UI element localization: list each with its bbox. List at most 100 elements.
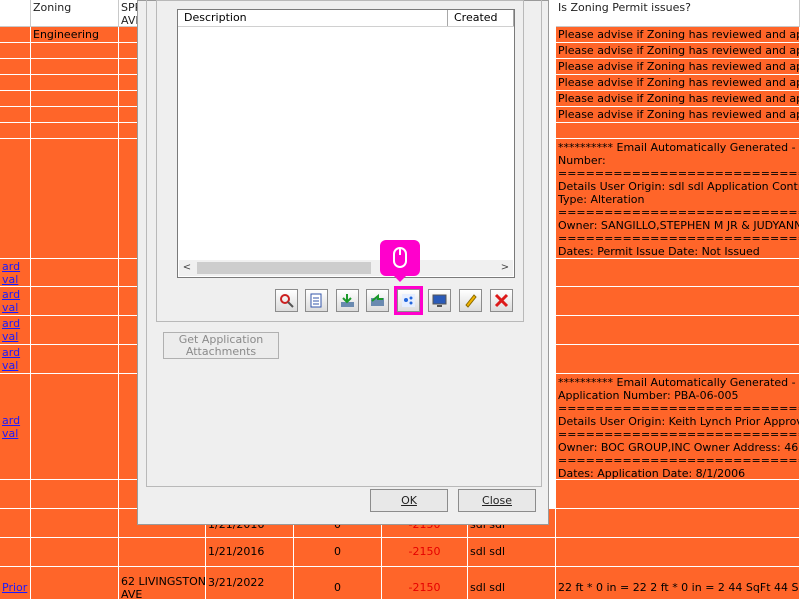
approval-link-fragment[interactable]: ard xyxy=(2,414,28,427)
view-document-icon xyxy=(310,293,322,308)
note-1-line: ********** Email Automatically Generated… xyxy=(558,141,800,154)
row-2-advise: Please advise if Zoning has reviewed and… xyxy=(556,43,800,59)
row-14-b xyxy=(31,480,119,509)
row-3-advise: Please advise if Zoning has reviewed and… xyxy=(556,59,800,75)
approval-link-fragment[interactable]: val xyxy=(2,359,28,372)
list-header: Description Created xyxy=(178,10,514,27)
row-17-amount: -2150 xyxy=(382,567,468,600)
edit-button[interactable] xyxy=(459,289,482,312)
note-1-line: Owner: SANGILLO,STEPHEN M JR & JUDYANN W… xyxy=(558,219,800,232)
row-8-c xyxy=(119,139,139,259)
row-11-c xyxy=(119,316,139,345)
zoom-icon xyxy=(280,294,294,308)
open-folder-icon xyxy=(371,293,384,306)
row-2-a xyxy=(0,43,31,59)
horizontal-scrollbar[interactable]: < > xyxy=(179,260,513,276)
row-4-a xyxy=(0,75,31,91)
row-10-link[interactable]: ard val xyxy=(0,287,31,316)
note-1-line: Details User Origin: sdl sdl Application… xyxy=(558,180,799,193)
row-16-d xyxy=(556,538,800,567)
row-14-c xyxy=(119,480,139,509)
dialog-outer-panel: Description Created < > Get Application … xyxy=(146,0,542,487)
attachments-panel: Description Created < > xyxy=(156,0,524,322)
row-17-address: 62 LIVINGSTON AVE xyxy=(119,567,206,600)
row-8-a xyxy=(0,139,31,259)
row-4-c xyxy=(119,75,139,91)
prior-link[interactable]: Prior xyxy=(2,581,27,594)
row-1-advise: Please advise if Zoning has reviewed and… xyxy=(556,27,800,43)
delete-button[interactable] xyxy=(490,289,513,312)
scroll-right-arrow[interactable]: > xyxy=(497,260,513,276)
scan-button[interactable] xyxy=(394,286,423,315)
row-7-a xyxy=(0,123,31,139)
row-16-date: 1/21/2016 xyxy=(206,538,294,567)
row-3-c xyxy=(119,59,139,75)
attachments-list[interactable]: Description Created < > xyxy=(177,9,515,278)
row-16-b xyxy=(31,538,119,567)
download-button[interactable] xyxy=(336,289,359,312)
get-application-attachments-button[interactable]: Get Application Attachments xyxy=(163,332,279,359)
row-16-a xyxy=(0,538,31,567)
row-9-b xyxy=(31,259,119,287)
row-13-link[interactable]: ard val xyxy=(0,374,31,480)
row-7-c xyxy=(119,123,139,139)
row-13-b xyxy=(31,374,119,480)
note-2-line: ========================================… xyxy=(558,402,799,415)
row-6-b xyxy=(31,107,119,123)
row-9-link[interactable]: ard val xyxy=(0,259,31,287)
row-13-c xyxy=(119,374,139,480)
row-12-b xyxy=(31,345,119,374)
row-11-d xyxy=(556,316,800,345)
row-1-c xyxy=(119,27,139,43)
row-17-link-cell[interactable]: Prior xyxy=(0,567,31,600)
scrollbar-thumb[interactable] xyxy=(197,262,371,274)
edit-pencil-icon xyxy=(465,294,477,308)
note-1-line: ========================================… xyxy=(558,206,799,219)
note-1-line: Dates: Permit Issue Date: Not Issued xyxy=(558,245,760,258)
note-1-line: ========================================… xyxy=(558,232,799,245)
note-2-line: ********** Email Automatically Generated… xyxy=(558,376,800,389)
column-header-created[interactable]: Created xyxy=(448,10,514,26)
row-12-link[interactable]: ard val xyxy=(0,345,31,374)
header-issues: Is Zoning Permit issues? xyxy=(556,0,800,27)
ok-button[interactable]: OK xyxy=(370,489,448,512)
monitor-button[interactable] xyxy=(428,289,451,312)
monitor-icon xyxy=(432,294,447,307)
row-15-a xyxy=(0,509,31,538)
zoom-button[interactable] xyxy=(275,289,298,312)
approval-link-fragment[interactable]: ard xyxy=(2,317,28,330)
row-10-b xyxy=(31,287,119,316)
email-note-2: ********** Email Automatically Generated… xyxy=(556,374,800,480)
approval-link-fragment[interactable]: val xyxy=(2,301,28,314)
row-3-b xyxy=(31,59,119,75)
row-11-b xyxy=(31,316,119,345)
approval-link-fragment[interactable]: val xyxy=(2,427,28,440)
row-11-link[interactable]: ard val xyxy=(0,316,31,345)
row-16-zero: 0 xyxy=(294,538,382,567)
approval-link-fragment[interactable]: ard xyxy=(2,346,28,359)
row-15-d xyxy=(556,509,800,538)
click-indicator-badge xyxy=(380,240,420,282)
scroll-left-arrow[interactable]: < xyxy=(179,260,195,276)
row-1-a xyxy=(0,27,31,43)
view-document-button[interactable] xyxy=(305,289,328,312)
row-2-b xyxy=(31,43,119,59)
open-folder-button[interactable] xyxy=(366,289,389,312)
row-17-note: 22 ft * 0 in = 22 2 ft * 0 in = 2 44 SqF… xyxy=(556,567,800,600)
close-button[interactable]: Close xyxy=(458,489,536,512)
row-16-amount: -2150 xyxy=(382,538,468,567)
row-9-d xyxy=(556,259,800,287)
approval-link-fragment[interactable]: val xyxy=(2,330,28,343)
row-5-a xyxy=(0,91,31,107)
row-3-a xyxy=(0,59,31,75)
note-2-line: Application Number: PBA-06-005 xyxy=(558,389,739,402)
note-1-line: ========================================… xyxy=(558,167,799,180)
header-street: SPR AVE xyxy=(119,0,139,27)
row-2-c xyxy=(119,43,139,59)
column-header-description[interactable]: Description xyxy=(178,10,448,26)
approval-link-fragment[interactable]: ard xyxy=(2,260,28,273)
row-5-b xyxy=(31,91,119,107)
row-12-d xyxy=(556,345,800,374)
approval-link-fragment[interactable]: val xyxy=(2,273,28,286)
approval-link-fragment[interactable]: ard xyxy=(2,288,28,301)
